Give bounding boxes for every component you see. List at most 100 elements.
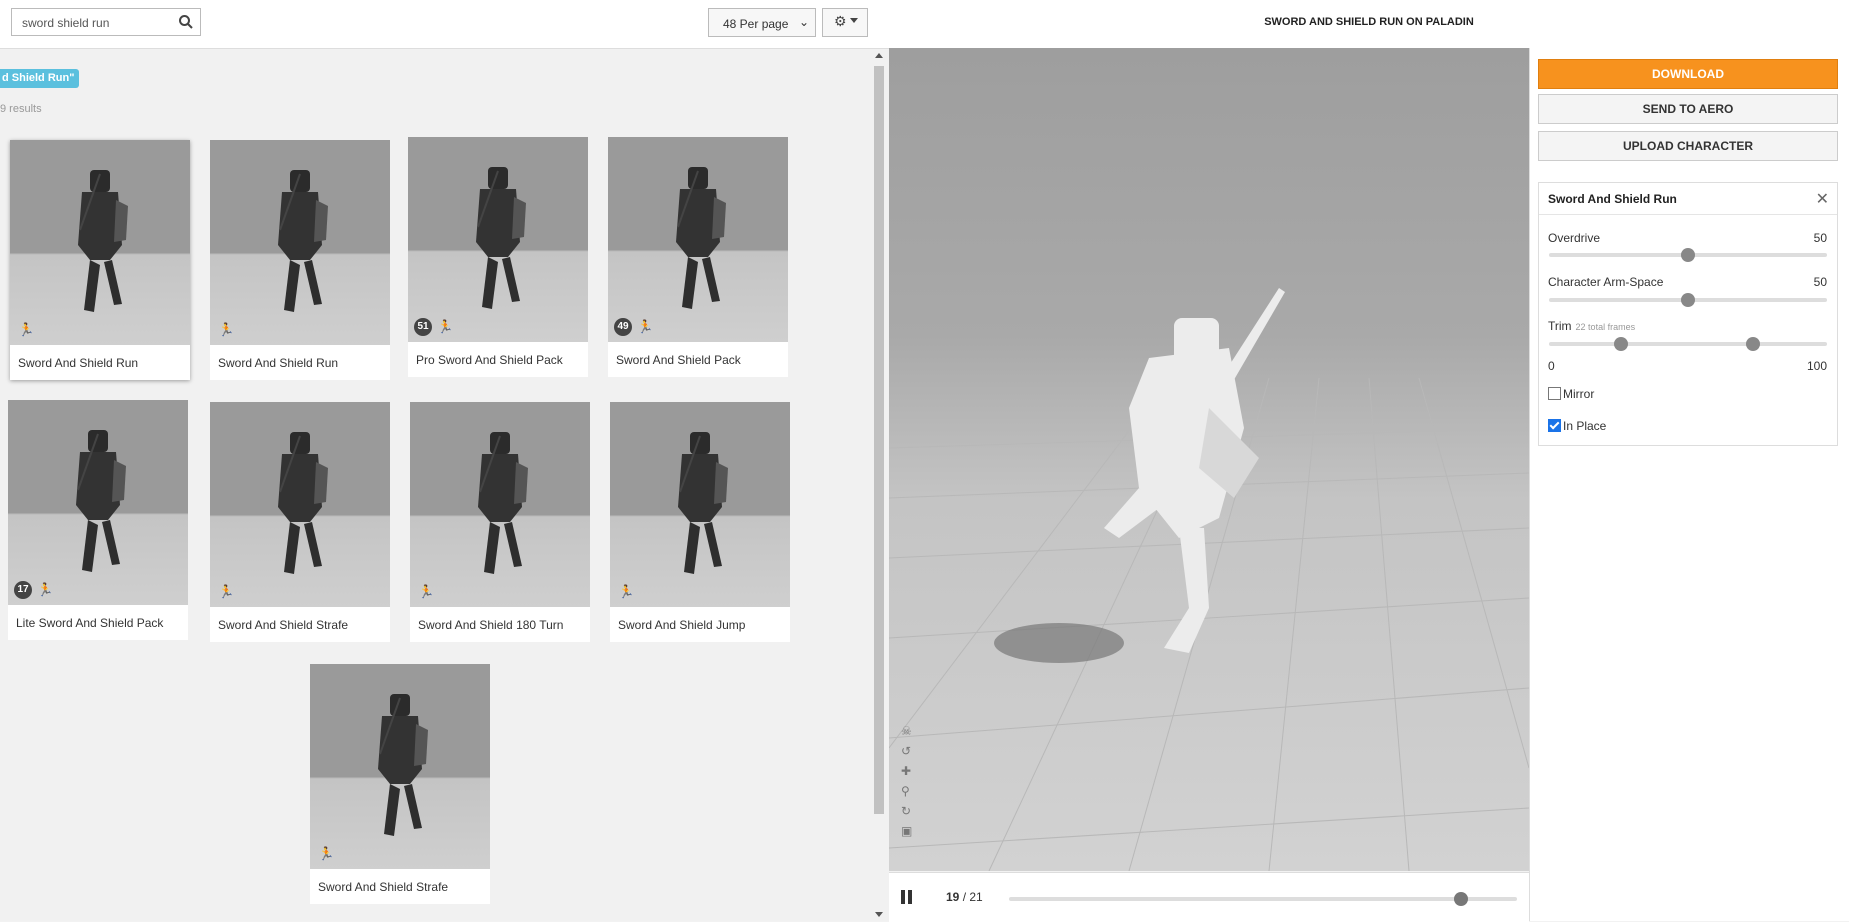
in-place-label: In Place [1563, 419, 1607, 433]
armspace-label: Character Arm-Space [1548, 275, 1664, 289]
floor-grid [889, 288, 1529, 871]
animation-card-label: Lite Sword And Shield Pack [16, 616, 164, 630]
camera-icon[interactable]: ▣ [901, 824, 915, 838]
run-icon: 🏃 [618, 584, 635, 599]
chevron-down-icon: ⌄ [798, 15, 809, 29]
run-icon: 🏃 [318, 846, 335, 861]
close-icon[interactable]: ✕ [1816, 189, 1829, 209]
animation-card-label: Sword And Shield Pack [616, 353, 741, 367]
paladin-character [1104, 288, 1285, 653]
viewer-title: SWORD AND SHIELD RUN ON PALADIN [1264, 16, 1474, 28]
armspace-slider[interactable] [1549, 293, 1827, 307]
trim-min: 0 [1548, 359, 1555, 373]
reset-view-icon[interactable]: ↻ [901, 804, 915, 818]
trim-total-frames: 22 total frames [1575, 322, 1636, 332]
animation-card[interactable]: 17 🏃 Lite Sword And Shield Pack [8, 400, 196, 648]
in-place-checkbox[interactable]: In Place [1548, 419, 1606, 433]
mirror-label: Mirror [1563, 387, 1595, 401]
animation-card-label: Sword And Shield Jump [618, 618, 746, 632]
animation-card-label: Sword And Shield 180 Turn [418, 618, 564, 632]
animation-card[interactable]: 🏃 Sword And Shield Strafe [310, 664, 490, 904]
animation-thumbnail[interactable]: 51 🏃 [408, 137, 588, 342]
character-figure [78, 170, 128, 312]
character-figure [678, 432, 728, 574]
animation-thumbnail[interactable]: 🏃 [10, 140, 190, 345]
search-icon[interactable] [178, 14, 194, 30]
character-figure [476, 167, 526, 309]
character-figure [278, 432, 328, 574]
upload-character-button[interactable]: UPLOAD CHARACTER [1538, 131, 1838, 161]
trim-slider[interactable] [1549, 337, 1827, 351]
animation-card[interactable]: 51 🏃 Pro Sword And Shield Pack [408, 137, 596, 385]
pack-count-badge: 49 [614, 318, 632, 336]
animation-thumbnail[interactable]: 🏃 [210, 140, 390, 345]
run-icon: 🏃 [218, 322, 235, 337]
skeleton-icon[interactable]: ☠ [901, 724, 915, 738]
animation-thumbnail[interactable]: 49 🏃 [608, 137, 788, 342]
character-figure [478, 432, 528, 574]
viewer-header: SWORD AND SHIELD RUN ON PALADIN [889, 0, 1849, 49]
current-frame: 19 [946, 890, 960, 904]
animation-thumbnail[interactable]: 🏃 [610, 402, 790, 607]
frame-counter: 19 / 21 [946, 890, 983, 904]
animation-settings-title: Sword And Shield Run [1548, 192, 1677, 206]
armspace-value: 50 [1813, 275, 1827, 289]
animation-card[interactable]: 🏃 Sword And Shield 180 Turn [410, 402, 590, 642]
send-to-aero-button[interactable]: SEND TO AERO [1538, 94, 1838, 124]
scroll-up-arrow[interactable] [875, 53, 883, 58]
overdrive-slider[interactable] [1549, 248, 1827, 262]
animation-thumbnail[interactable]: 🏃 [210, 402, 390, 607]
scrollbar[interactable] [872, 50, 886, 920]
run-icon: 🏃 [637, 319, 654, 334]
armspace-slider-handle[interactable] [1681, 293, 1695, 307]
animation-card[interactable]: 🏃 Sword And Shield Run [210, 140, 390, 380]
trim-max: 100 [1806, 359, 1827, 373]
per-page-value: 48 Per page [723, 17, 789, 31]
character-figure [278, 170, 328, 312]
trim-start-handle[interactable] [1614, 337, 1628, 351]
pack-count-badge: 51 [414, 318, 432, 336]
playback-bar: 19 / 21 [889, 872, 1529, 922]
rotate-icon[interactable]: ↺ [901, 744, 915, 758]
settings-dropdown-button[interactable]: ⚙ [822, 8, 868, 37]
search-value[interactable]: sword shield run [22, 16, 109, 30]
timeline-scrubber[interactable] [1009, 892, 1517, 906]
trim-end-handle[interactable] [1746, 337, 1760, 351]
total-frames: / 21 [962, 890, 983, 904]
animation-card[interactable]: 49 🏃 Sword And Shield Pack [608, 137, 796, 385]
in-place-checkbox-box[interactable] [1548, 419, 1561, 432]
animation-thumbnail[interactable]: 17 🏃 [8, 400, 188, 605]
pan-icon[interactable]: ✚ [901, 764, 915, 778]
character-shadow [994, 623, 1124, 663]
run-icon: 🏃 [37, 582, 54, 597]
results-count: 9 results [0, 103, 42, 115]
overdrive-slider-handle[interactable] [1681, 248, 1695, 262]
viewport-tools: ☠ ↺ ✚ ⚲ ↻ ▣ [901, 724, 915, 844]
animation-card[interactable]: 🏃 Sword And Shield Strafe [210, 402, 390, 642]
timeline-playhead[interactable] [1454, 892, 1468, 906]
mirror-checkbox-box[interactable] [1548, 387, 1561, 400]
animation-thumbnail[interactable]: 🏃 [410, 402, 590, 607]
pause-button[interactable] [901, 890, 913, 904]
download-button[interactable]: DOWNLOAD [1538, 59, 1838, 89]
mirror-checkbox[interactable]: Mirror [1548, 387, 1594, 401]
animation-thumbnail[interactable]: 🏃 [310, 664, 490, 869]
animation-card-label: Sword And Shield Strafe [318, 880, 449, 894]
per-page-select[interactable]: 48 Per page ⌄ [708, 8, 816, 37]
animation-card-label: Sword And Shield Strafe [218, 618, 349, 632]
run-icon: 🏃 [18, 322, 35, 337]
animation-card[interactable]: 🏃 Sword And Shield Jump [610, 402, 790, 642]
search-input[interactable]: sword shield run [11, 8, 201, 36]
search-filter-tag[interactable]: d Shield Run" [0, 69, 80, 88]
3d-viewport[interactable] [889, 48, 1529, 871]
zoom-icon[interactable]: ⚲ [901, 784, 915, 798]
browser-toolbar: sword shield run 48 Per page ⌄ ⚙ [0, 0, 889, 49]
scrollbar-thumb[interactable] [874, 66, 884, 814]
divider [1539, 214, 1837, 215]
character-figure [378, 694, 428, 836]
overdrive-value: 50 [1813, 231, 1827, 245]
scroll-down-arrow[interactable] [875, 912, 883, 917]
animation-card-label: Sword And Shield Run [18, 356, 139, 370]
overdrive-label: Overdrive [1548, 231, 1601, 245]
animation-card[interactable]: 🏃 Sword And Shield Run [10, 140, 190, 380]
